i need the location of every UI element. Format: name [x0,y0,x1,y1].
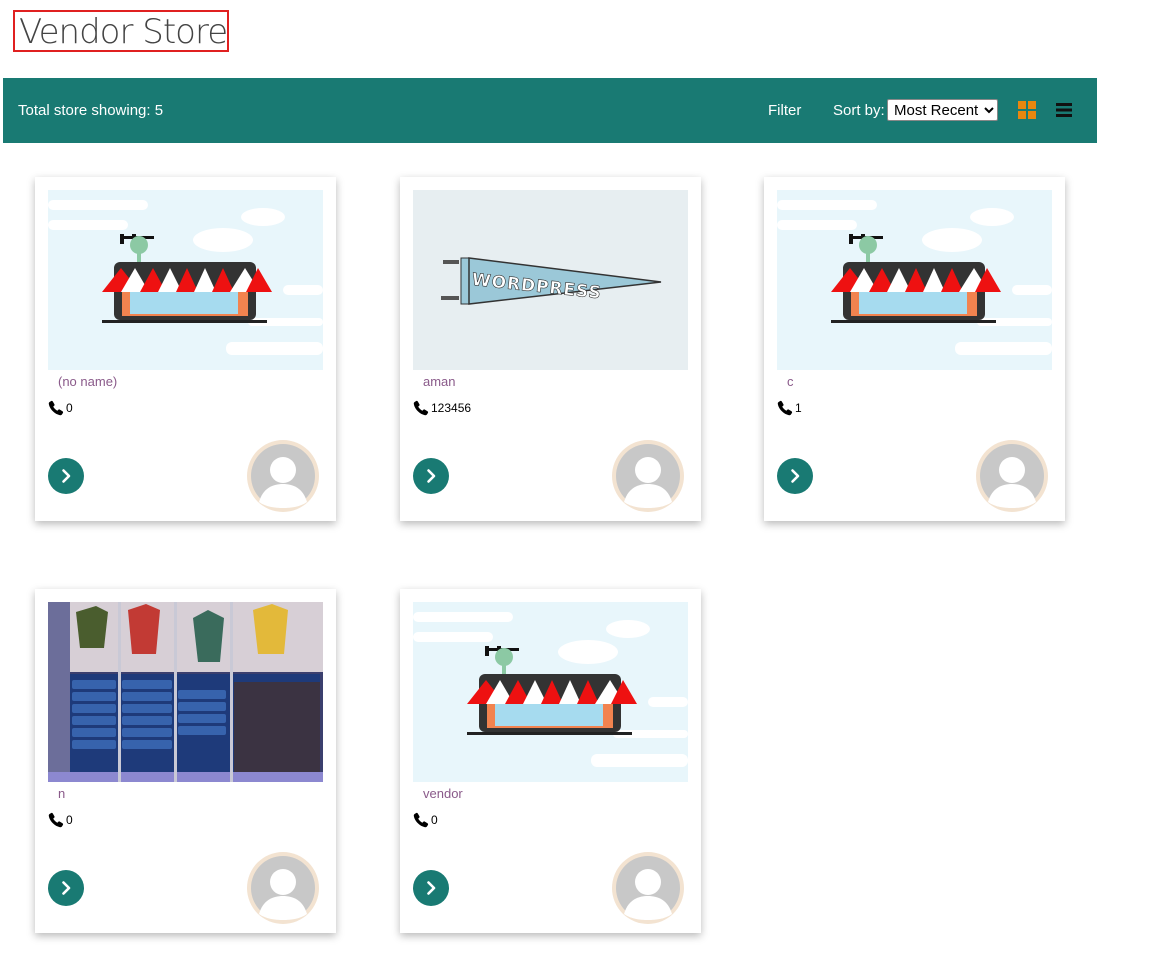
chevron-right-icon [58,880,74,896]
vendor-avatar [976,440,1048,512]
store-name-link[interactable]: aman [423,374,456,389]
store-phone-number: 1 [795,401,802,415]
store-banner-pennant[interactable]: WORDPRESS [413,190,688,370]
visit-store-button[interactable] [413,870,449,906]
store-banner-photo[interactable] [48,602,323,782]
store-phone: 0 [413,812,438,828]
store-name-link[interactable]: vendor [423,786,463,801]
phone-icon [413,812,429,828]
store-count-text: Total store showing: 5 [18,102,164,119]
vendor-avatar [247,852,319,924]
user-avatar-icon [251,856,315,920]
store-phone-number: 0 [66,813,73,827]
vendor-avatar [247,440,319,512]
store-card: (no name) 0 [35,177,336,521]
visit-store-button[interactable] [48,870,84,906]
page-title: Vendor Store [13,10,229,52]
store-banner-illustration[interactable] [48,190,323,370]
chevron-right-icon [58,468,74,484]
store-phone-number: 0 [431,813,438,827]
chevron-right-icon [423,468,439,484]
store-phone: 0 [48,400,73,416]
visit-store-button[interactable] [777,458,813,494]
grid-view-icon[interactable] [1018,101,1036,119]
user-avatar-icon [980,444,1044,508]
store-toolbar: Total store showing: 5 Filter Sort by: M… [3,78,1097,143]
store-phone: 1 [777,400,802,416]
phone-icon [48,400,64,416]
filter-link[interactable]: Filter [768,78,801,143]
store-phone: 0 [48,812,73,828]
store-phone-number: 0 [66,401,73,415]
store-card: n 0 [35,589,336,933]
store-banner-illustration[interactable] [777,190,1052,370]
store-phone-number: 123456 [431,401,472,415]
store-card: vendor 0 [400,589,701,933]
user-avatar-icon [251,444,315,508]
vendor-avatar [612,852,684,924]
sort-select[interactable]: Most Recent [887,99,998,121]
store-name-link[interactable]: n [58,786,65,801]
chevron-right-icon [787,468,803,484]
sort-by-label: Sort by: [833,102,885,119]
user-avatar-icon [616,856,680,920]
store-phone: 123456 [413,400,471,416]
visit-store-button[interactable] [413,458,449,494]
store-name-link[interactable]: c [787,374,794,389]
store-banner-illustration[interactable] [413,602,688,782]
phone-icon [48,812,64,828]
store-name-link[interactable]: (no name) [58,374,117,389]
list-view-icon[interactable] [1056,102,1072,118]
store-card: c 1 [764,177,1065,521]
store-card: WORDPRESS aman 123456 [400,177,701,521]
phone-icon [413,400,429,416]
chevron-right-icon [423,880,439,896]
phone-icon [777,400,793,416]
visit-store-button[interactable] [48,458,84,494]
vendor-avatar [612,440,684,512]
user-avatar-icon [616,444,680,508]
